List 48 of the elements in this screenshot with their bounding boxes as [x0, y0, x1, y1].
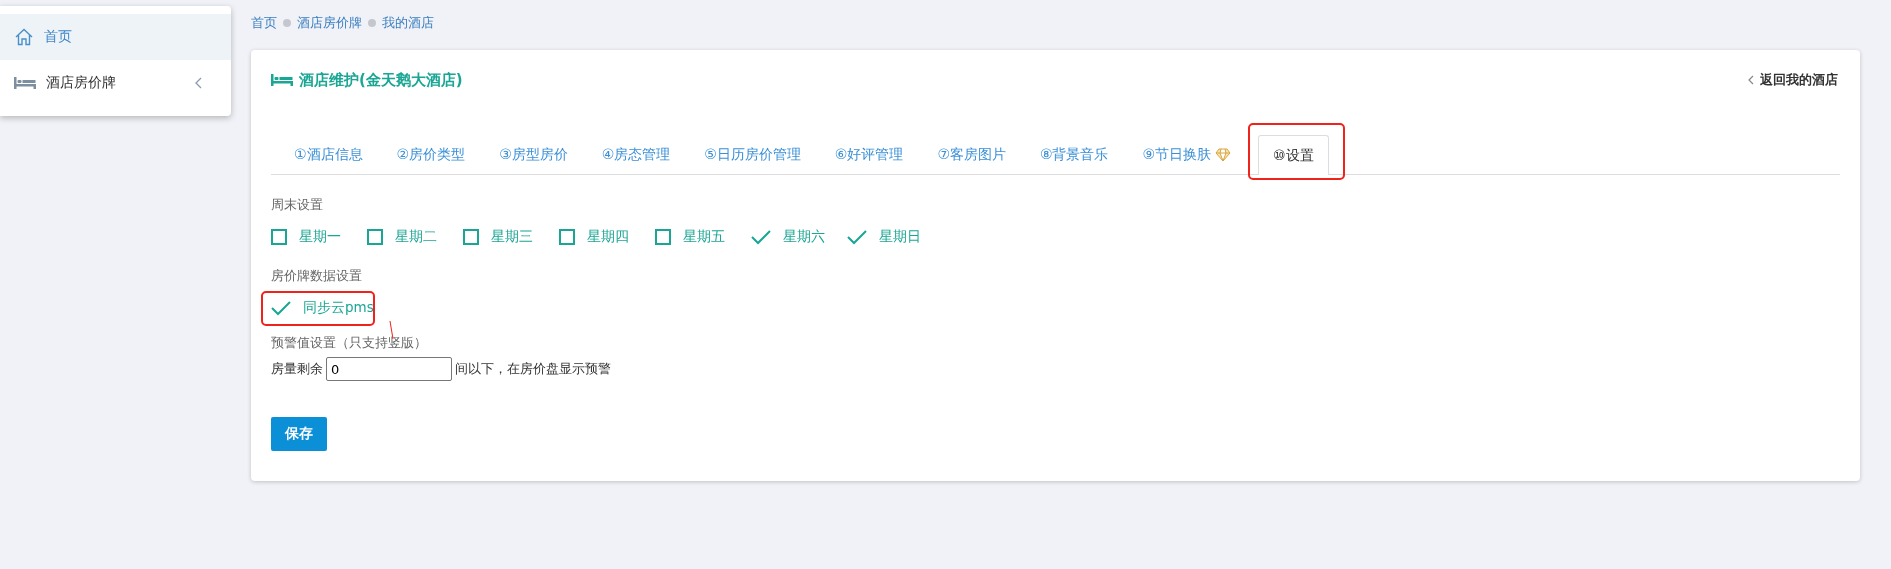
- input-field[interactable]: 0: [326, 357, 452, 381]
- chevron-icon: [1748, 75, 1754, 85]
- checkbox[interactable]: [463, 229, 479, 245]
- checkbox[interactable]: [559, 229, 575, 245]
- chevron-icon: [195, 77, 203, 89]
- separator-dot: [368, 19, 376, 27]
- breadcrumb-link[interactable]: 首页: [251, 14, 277, 32]
- bed-icon: [271, 73, 293, 87]
- sidebar-item[interactable]: 酒店房价牌: [0, 60, 231, 106]
- checkbox-label[interactable]: 星期一: [299, 228, 341, 246]
- checkbox-label[interactable]: 星期四: [587, 228, 629, 246]
- section-label: 周末设置: [271, 197, 324, 214]
- save-button[interactable]: 保存: [271, 417, 327, 451]
- breadcrumb-link[interactable]: 我的酒店: [382, 14, 434, 32]
- field-hint: 间以下，在房价盘显示预警: [455, 360, 611, 378]
- tab[interactable]: ④房态管理: [586, 134, 686, 174]
- checkbox-label[interactable]: 星期五: [683, 228, 725, 246]
- checkbox[interactable]: [655, 229, 671, 245]
- tab[interactable]: ①酒店信息: [279, 134, 378, 174]
- checkbox[interactable]: [271, 229, 287, 245]
- field-label: 房量剩余: [271, 360, 323, 378]
- checkbox-label[interactable]: 同步云pms: [303, 299, 374, 317]
- sidebar-item[interactable]: 首页: [0, 14, 231, 60]
- tab[interactable]: ⑩设置: [1258, 135, 1329, 175]
- tab[interactable]: ⑥好评管理: [819, 134, 919, 174]
- section-label: 预警值设置（只支持竖版）: [271, 335, 428, 352]
- tab[interactable]: ③房型房价: [484, 134, 583, 174]
- checkmark-icon[interactable]: [271, 300, 291, 316]
- checkmark-icon[interactable]: [847, 229, 867, 245]
- checkbox-label[interactable]: 星期日: [879, 228, 921, 246]
- diamond-icon: [1215, 147, 1232, 162]
- checkbox[interactable]: [367, 229, 383, 245]
- tab[interactable]: ⑨节日换肤: [1127, 134, 1247, 174]
- section-label: 房价牌数据设置: [271, 268, 363, 285]
- separator-dot: [283, 19, 291, 27]
- breadcrumb-link[interactable]: 酒店房价牌: [297, 14, 362, 32]
- checkbox-label[interactable]: 星期三: [491, 228, 533, 246]
- bed-icon: [14, 76, 36, 90]
- home-icon: [14, 27, 34, 47]
- back-link[interactable]: 返回我的酒店: [1748, 71, 1838, 89]
- tab[interactable]: ⑧背景音乐: [1024, 134, 1124, 174]
- tab[interactable]: ⑦客房图片: [922, 134, 1021, 174]
- page-title: 酒店维护(金天鹅大酒店): [299, 70, 463, 90]
- checkbox-label[interactable]: 星期二: [395, 228, 437, 246]
- tab[interactable]: ②房价类型: [381, 134, 481, 174]
- checkmark-icon[interactable]: [751, 229, 771, 245]
- checkbox-label[interactable]: 星期六: [783, 228, 825, 246]
- tab[interactable]: ⑤日历房价管理: [689, 134, 816, 174]
